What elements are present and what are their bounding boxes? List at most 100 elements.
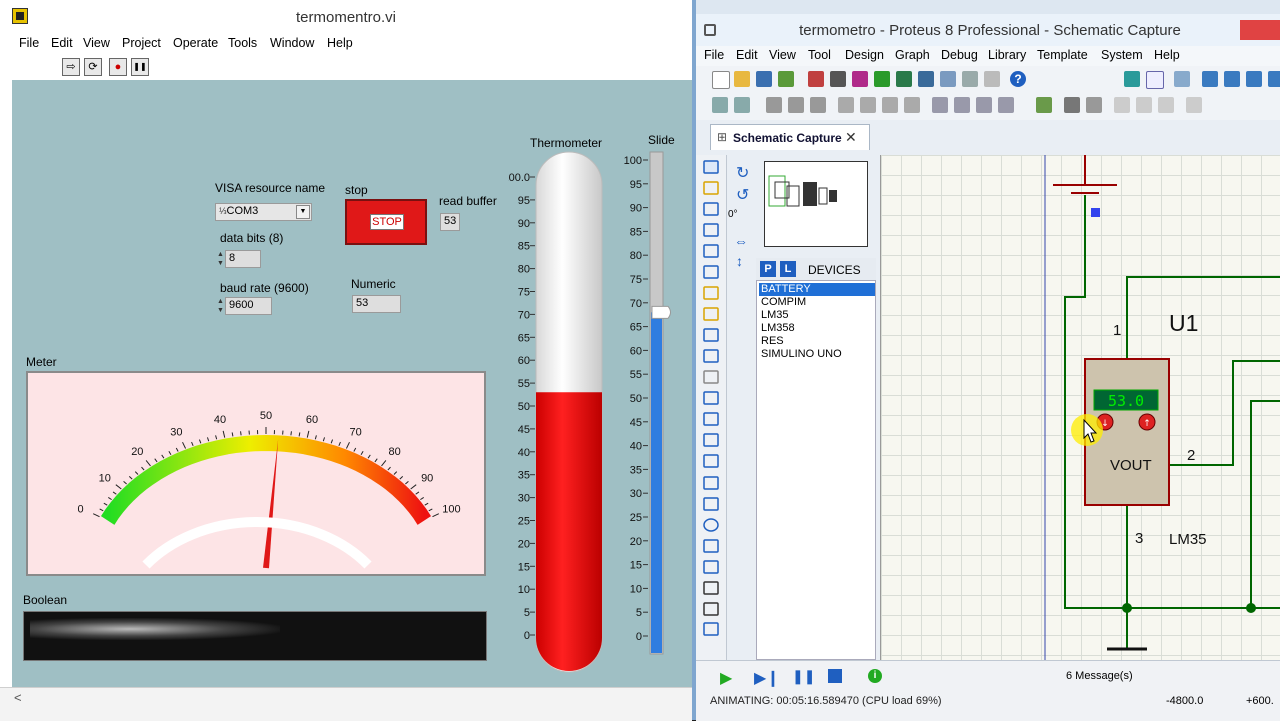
- generator-icon[interactable]: [704, 392, 718, 404]
- zoom-all-icon[interactable]: [1268, 71, 1280, 87]
- scroll-left-icon[interactable]: <: [14, 690, 22, 705]
- play-icon[interactable]: ▶: [720, 668, 732, 688]
- data-bits-spinner-icon[interactable]: ▲▼: [217, 250, 224, 268]
- path-icon[interactable]: [704, 561, 718, 573]
- schematic-icon[interactable]: [830, 71, 846, 87]
- pick-device-icon[interactable]: [932, 97, 948, 113]
- marker-icon[interactable]: [704, 623, 718, 635]
- pmenu-debug[interactable]: Debug: [941, 48, 978, 62]
- notes-icon[interactable]: [984, 71, 1000, 87]
- device-item-lm358[interactable]: LM358: [759, 322, 875, 335]
- boolean-indicator[interactable]: [23, 611, 487, 661]
- make-device-icon[interactable]: [954, 97, 970, 113]
- messages-count[interactable]: 6 Message(s): [1066, 670, 1133, 682]
- menu-project[interactable]: Project: [122, 36, 161, 50]
- pmenu-design[interactable]: Design: [845, 48, 884, 62]
- circle-icon[interactable]: [704, 519, 718, 531]
- property-tool-icon[interactable]: [1086, 97, 1102, 113]
- device-item-res[interactable]: RES: [759, 335, 875, 348]
- tape-recorder-icon[interactable]: [704, 371, 718, 383]
- tab-schematic-capture[interactable]: ⊞ Schematic Capture ✕: [710, 124, 870, 150]
- device-item-battery[interactable]: BATTERY: [759, 283, 875, 296]
- stop-sim-icon[interactable]: [828, 669, 842, 683]
- remove-sheet-icon[interactable]: [1136, 97, 1152, 113]
- cut-icon[interactable]: [766, 97, 782, 113]
- subcircuit-icon[interactable]: [704, 287, 718, 299]
- pmenu-library[interactable]: Library: [988, 48, 1026, 62]
- wire-autorouter-icon[interactable]: [1036, 97, 1052, 113]
- schematic-canvas[interactable]: 53.0 ↓ ↑ VOUT 1 2 3 U1 LM35: [880, 155, 1280, 660]
- new-file-icon[interactable]: [712, 71, 730, 89]
- device-item-simulino-uno[interactable]: SIMULINO UNO: [759, 348, 875, 361]
- save-icon[interactable]: [756, 71, 772, 87]
- paste-icon[interactable]: [810, 97, 826, 113]
- mirror-x-icon[interactable]: ⇔: [734, 233, 748, 249]
- pmenu-view[interactable]: View: [769, 48, 796, 62]
- zoom-out-icon[interactable]: [1246, 71, 1262, 87]
- chevron-down-icon[interactable]: ▼: [296, 205, 310, 219]
- zoom-in-icon[interactable]: [1224, 71, 1240, 87]
- menu-window[interactable]: Window: [270, 36, 314, 50]
- pause-icon[interactable]: ❚❚: [131, 58, 149, 76]
- mode-tool-icons[interactable]: [696, 155, 726, 660]
- junction-icon[interactable]: [704, 203, 718, 215]
- search-icon[interactable]: [1064, 97, 1080, 113]
- copy-icon[interactable]: [788, 97, 804, 113]
- arc-icon[interactable]: [704, 540, 718, 552]
- baud-rate-field[interactable]: 9600: [225, 297, 272, 315]
- wire-label-icon[interactable]: [704, 224, 718, 236]
- block-copy-icon[interactable]: [838, 97, 854, 113]
- menu-file[interactable]: File: [19, 36, 39, 50]
- undo-icon[interactable]: [712, 97, 728, 113]
- pick-devices-button[interactable]: P: [760, 261, 776, 277]
- current-probe-icon[interactable]: [704, 434, 718, 446]
- pmenu-tool[interactable]: Tool: [808, 48, 831, 62]
- block-move-icon[interactable]: [860, 97, 876, 113]
- terminal-icon[interactable]: [704, 308, 718, 320]
- baud-rate-spinner-icon[interactable]: ▲▼: [217, 297, 224, 315]
- graph-icon[interactable]: [704, 350, 718, 362]
- device-item-compim[interactable]: COMPIM: [759, 296, 875, 309]
- rotate-ccw-icon[interactable]: ↺: [736, 185, 749, 205]
- data-bits-field[interactable]: 8: [225, 250, 261, 268]
- menu-edit[interactable]: Edit: [51, 36, 73, 50]
- symbol-icon[interactable]: [704, 603, 718, 615]
- pmenu-template[interactable]: Template: [1037, 48, 1088, 62]
- pcb-icon[interactable]: [852, 71, 868, 87]
- design-icon[interactable]: [962, 71, 978, 87]
- new-sheet-icon[interactable]: [1114, 97, 1130, 113]
- voltage-probe-icon[interactable]: [704, 413, 718, 425]
- packaging-icon[interactable]: [976, 97, 992, 113]
- netlist-icon[interactable]: [1186, 97, 1202, 113]
- device-item-lm35[interactable]: LM35: [759, 309, 875, 322]
- run-arrow-icon[interactable]: ⇨: [62, 58, 80, 76]
- 3d-icon[interactable]: [896, 71, 912, 87]
- open-folder-icon[interactable]: [734, 71, 750, 87]
- virtual-instrument-icon[interactable]: [704, 455, 718, 467]
- pmenu-edit[interactable]: Edit: [736, 48, 758, 62]
- angle-field[interactable]: 0°: [728, 209, 738, 220]
- info-icon[interactable]: i: [868, 669, 882, 683]
- menu-help[interactable]: Help: [327, 36, 353, 50]
- run-continuously-icon[interactable]: ⟳: [84, 58, 102, 76]
- box-icon[interactable]: [704, 498, 718, 510]
- stop-button[interactable]: STOP: [345, 199, 427, 245]
- exit-sheet-icon[interactable]: [1158, 97, 1174, 113]
- visa-resource-select[interactable]: ⅓COM3 ▼: [215, 203, 312, 221]
- text-icon[interactable]: [704, 582, 718, 594]
- pmenu-file[interactable]: File: [704, 48, 724, 62]
- component-mode-icon[interactable]: [704, 182, 718, 194]
- step-icon[interactable]: ▶❙: [754, 668, 780, 688]
- probe-marker[interactable]: [1091, 208, 1100, 217]
- bom-icon[interactable]: [940, 71, 956, 87]
- close-window-icon[interactable]: [1240, 20, 1280, 40]
- home-icon[interactable]: [808, 71, 824, 87]
- selection-mode-icon[interactable]: [704, 161, 718, 173]
- grid-icon[interactable]: [1146, 71, 1164, 89]
- help-icon[interactable]: ?: [1010, 71, 1026, 87]
- decompose-icon[interactable]: [998, 97, 1014, 113]
- redo-icon[interactable]: [734, 97, 750, 113]
- text-script-icon[interactable]: [704, 245, 718, 257]
- menu-operate[interactable]: Operate: [173, 36, 218, 50]
- line-icon[interactable]: [704, 477, 718, 489]
